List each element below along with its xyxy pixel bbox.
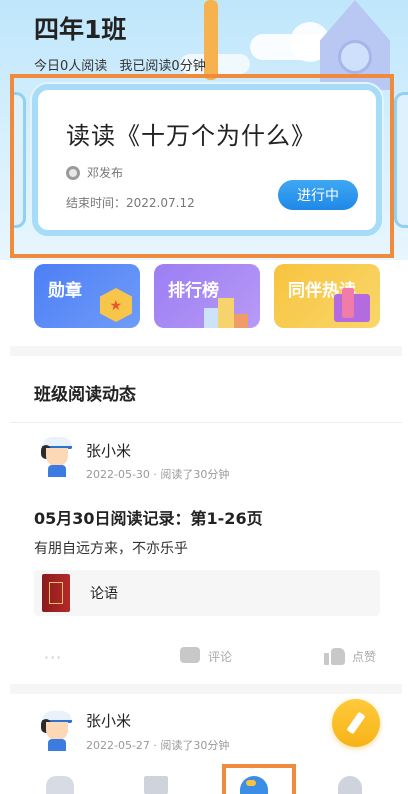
bottom-nav <box>0 770 408 794</box>
podium-icon <box>204 308 218 328</box>
pencil-icon <box>346 711 366 735</box>
record-text: 有朋自远方来，不亦乐乎 <box>34 541 188 557</box>
section-divider <box>10 346 402 356</box>
activity-section-title: 班级阅读动态 <box>34 385 136 405</box>
record-title: 05月30日阅读记录：第1-26页 <box>34 509 263 528</box>
avatar[interactable] <box>38 437 74 477</box>
more-button[interactable]: ··· <box>44 648 62 667</box>
section-divider <box>10 684 402 694</box>
post-user-name[interactable]: 张小米 <box>86 710 131 731</box>
class-title: 四年1班 <box>34 15 127 44</box>
peer-reading-tile[interactable]: 同伴热读 <box>274 264 380 328</box>
podium-icon <box>234 314 248 328</box>
post-user-name[interactable]: 张小米 <box>86 440 131 461</box>
thumbs-up-icon[interactable] <box>324 646 346 666</box>
post-meta: 2022-05-27 · 阅读了30分钟 <box>86 739 230 752</box>
stats-today: 今日0人阅读 <box>34 59 108 74</box>
highlight-box <box>10 74 394 258</box>
star-icon: ★ <box>109 298 122 314</box>
highlight-box <box>222 764 296 794</box>
leaderboard-tile[interactable]: 排行榜 <box>154 264 260 328</box>
stats-me: 我已阅读0分钟 <box>119 59 206 74</box>
like-button[interactable]: 点赞 <box>352 648 376 665</box>
book-cover-icon <box>42 574 70 612</box>
reading-stats: 今日0人阅读 我已阅读0分钟 <box>34 55 214 74</box>
bookshelf-icon[interactable] <box>144 776 168 794</box>
book-icon <box>342 288 354 318</box>
profile-icon[interactable] <box>338 776 362 794</box>
write-button[interactable] <box>332 699 380 747</box>
comment-button[interactable]: 评论 <box>208 648 232 665</box>
medal-label: 勋章 <box>48 281 82 301</box>
book-name: 论语 <box>90 586 118 602</box>
comment-icon[interactable] <box>180 647 200 663</box>
medal-tile[interactable]: 勋章 ★ <box>34 264 140 328</box>
home-icon[interactable] <box>46 776 74 794</box>
leaderboard-label: 排行榜 <box>168 281 219 301</box>
clock-decoration <box>338 40 372 74</box>
post-meta: 2022-05-30 · 阅读了30分钟 <box>86 468 230 481</box>
podium-icon <box>218 298 234 328</box>
divider-line <box>10 422 402 423</box>
avatar[interactable] <box>38 711 74 751</box>
book-link[interactable]: 论语 <box>34 570 380 616</box>
carousel-card-next[interactable] <box>394 92 408 228</box>
post-actions: ··· 评论 点赞 <box>34 646 384 667</box>
